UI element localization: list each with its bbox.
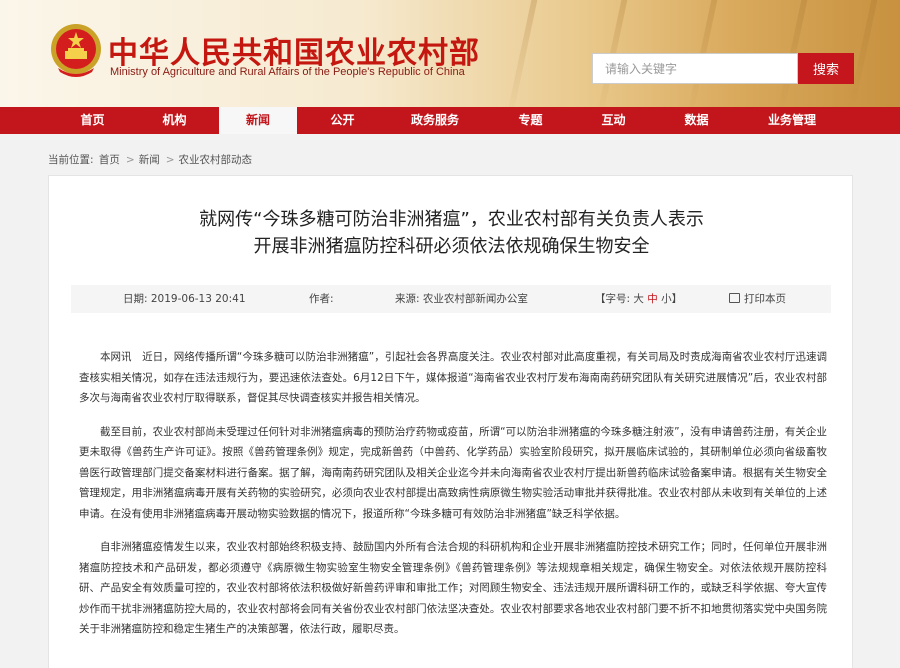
article-paragraph: 截至目前，农业农村部尚未受理过任何针对非洲猪瘟病毒的预防治疗药物或疫苗，所谓“可… [79,425,827,520]
nav-item-data[interactable]: 数据 [659,107,734,134]
article-paragraph: 本网讯 近日，网络传播所谓“今珠多糖可以防治非洲猪瘟”，引起社会各界高度关注。农… [79,351,827,404]
nav-item-business[interactable]: 业务管理 [750,107,834,134]
main-nav: 首页 机构 新闻 公开 政务服务 专题 互动 数据 业务管理 [0,107,900,134]
breadcrumb-home[interactable]: 首页 [99,154,120,166]
breadcrumb-news[interactable]: 新闻 [139,154,160,166]
breadcrumb-separator: > [125,154,135,166]
article-meta-bar: 日期: 2019-06-13 20:41 作者: 来源: 农业农村部新闻办公室 … [71,285,831,313]
article-date: 日期: 2019-06-13 20:41 [123,293,246,305]
breadcrumb-prefix: 当前位置: [48,154,94,166]
printer-icon [729,293,740,303]
article-title: 就网传“今珠多糖可防治非洲猪瘟”，农业农村部有关负责人表示 开展非洲猪瘟防控科研… [49,206,854,260]
print-label: 打印本页 [744,293,786,305]
nav-item-institutions[interactable]: 机构 [137,107,212,134]
font-size-label: 【字号: [595,293,631,305]
search-button[interactable]: 搜索 [798,53,854,84]
nav-item-news[interactable]: 新闻 [219,107,297,134]
article-title-line1: 就网传“今珠多糖可防治非洲猪瘟”，农业农村部有关负责人表示 [199,209,704,230]
site-header: 中华人民共和国农业农村部 Ministry of Agriculture and… [0,0,900,107]
nav-item-interaction[interactable]: 互动 [576,107,651,134]
wheat-decoration [508,0,538,107]
breadcrumb-dynamics[interactable]: 农业农村部动态 [179,154,253,166]
search-input[interactable] [592,53,798,84]
nav-item-home[interactable]: 首页 [55,107,130,134]
print-button[interactable]: 打印本页 [729,285,786,313]
site-subtitle: Ministry of Agriculture and Rural Affair… [110,66,465,78]
national-emblem-icon[interactable] [48,22,104,80]
article-card: 就网传“今珠多糖可防治非洲猪瘟”，农业农村部有关负责人表示 开展非洲猪瘟防控科研… [48,175,853,668]
nav-item-public[interactable]: 公开 [305,107,380,134]
font-size-control: 【字号: 大 中 小】 [595,285,682,313]
breadcrumb-separator: > [165,154,175,166]
article-paragraph: 自非洲猪瘟疫情发生以来，农业农村部始终积极支持、鼓励国内外所有合法合规的科研机构… [79,541,827,635]
font-size-large[interactable]: 大 [633,293,644,305]
article-author: 作者: [309,293,334,305]
font-size-medium[interactable]: 中 [647,293,658,305]
nav-item-topics[interactable]: 专题 [493,107,568,134]
font-size-small[interactable]: 小】 [661,293,682,305]
article-body: 本网讯 近日，网络传播所谓“今珠多糖可以防治非洲猪瘟”，引起社会各界高度关注。农… [79,347,827,653]
article-source: 来源: 农业农村部新闻办公室 [395,293,528,305]
breadcrumb: 当前位置: 首页 > 新闻 > 农业农村部动态 [48,152,254,167]
article-title-line2: 开展非洲猪瘟防控科研必须依法依规确保生物安全 [253,236,650,257]
nav-item-services[interactable]: 政务服务 [395,107,475,134]
